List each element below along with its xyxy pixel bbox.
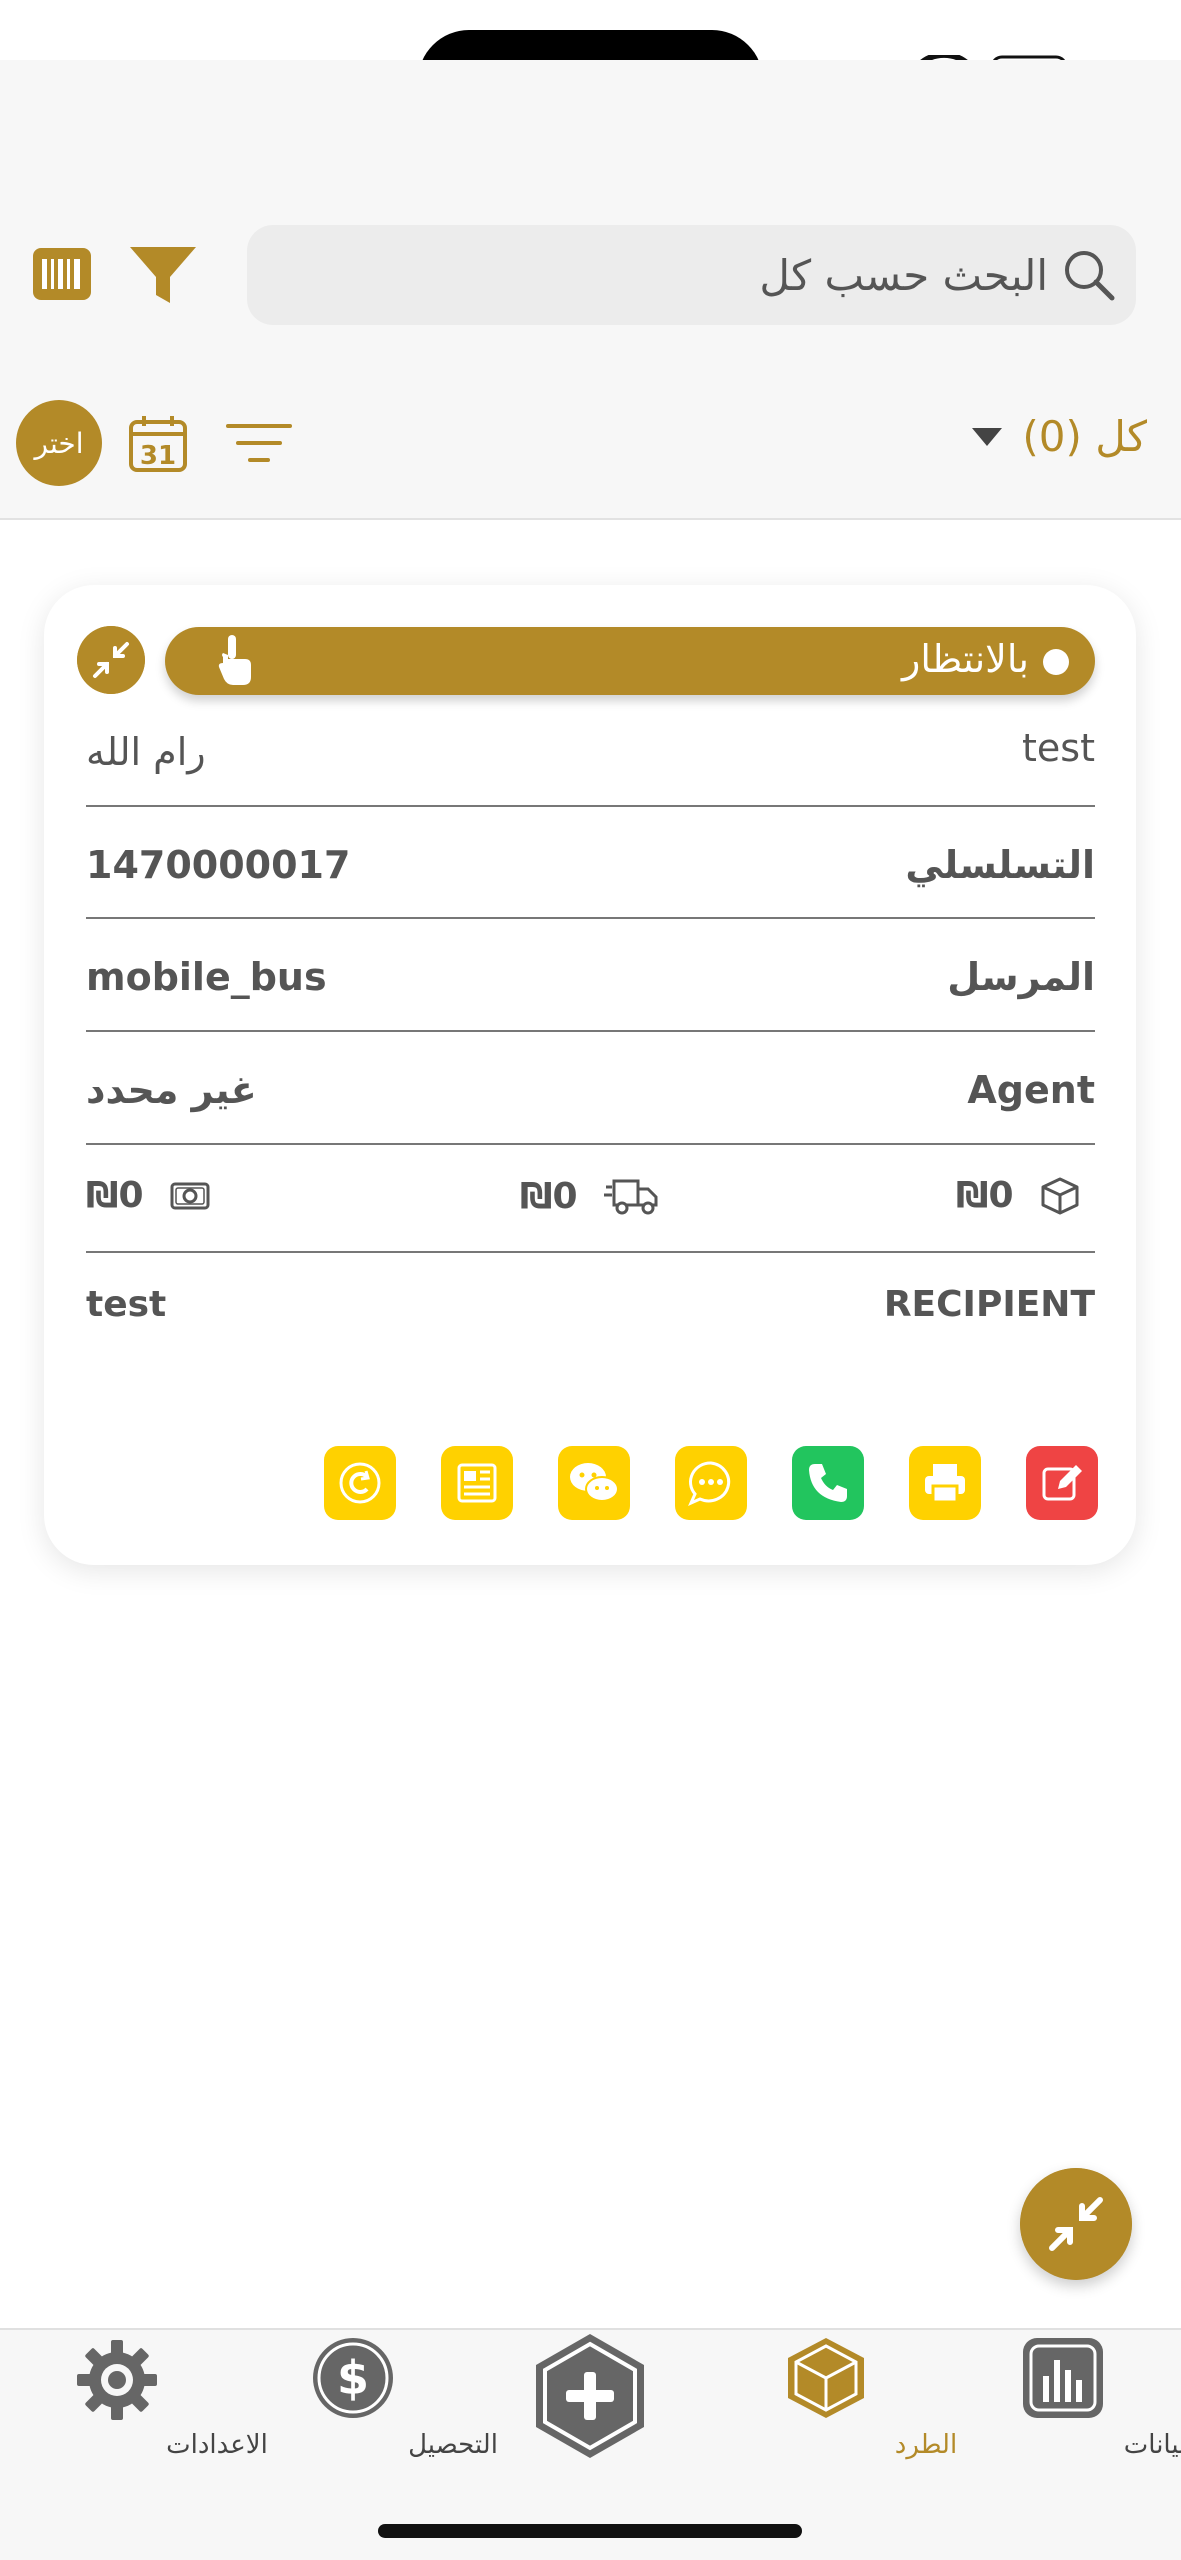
- delivery-value: ₪0: [520, 1175, 578, 1217]
- row-value: 1470000017: [86, 843, 351, 887]
- tab-label: الطرد: [894, 2430, 958, 2460]
- cash-value: ₪0: [86, 1175, 144, 1216]
- bar-chart-icon: [1023, 2338, 1103, 2418]
- card-row-recipient: test RECIPIENT: [86, 1270, 1095, 1350]
- row-label: التسلسلي: [905, 843, 1095, 887]
- box-icon: [1041, 1177, 1079, 1214]
- dollar-icon: $: [313, 2338, 393, 2418]
- package-icon: [788, 2338, 864, 2418]
- collapse-all-icon[interactable]: [1020, 2168, 1132, 2280]
- hand-pointer-icon: [218, 635, 251, 685]
- package-value: ₪0: [956, 1175, 1014, 1216]
- phone-icon: [809, 1464, 847, 1502]
- chat-bubble-icon: [688, 1461, 731, 1506]
- status-dot-icon: [1043, 649, 1069, 675]
- card-row-city: رام الله test: [86, 700, 1095, 807]
- cash-amount: ₪0: [86, 1175, 210, 1216]
- svg-text:$: $: [337, 2351, 369, 2405]
- sort-icon[interactable]: [226, 420, 292, 466]
- delivery-truck-icon: [603, 1179, 658, 1215]
- package-amount: ₪0: [956, 1175, 1080, 1216]
- barcode-icon[interactable]: [33, 248, 91, 300]
- edit-button[interactable]: [1026, 1446, 1098, 1520]
- row-label: المرسل: [947, 955, 1095, 999]
- card-row-sender: mobile_bus المرسل: [86, 919, 1095, 1032]
- wechat-button[interactable]: [558, 1446, 630, 1520]
- edit-icon: [1042, 1465, 1082, 1501]
- recipient-label: RECIPIENT: [883, 1284, 1095, 1325]
- add-hexagon-icon: [536, 2334, 644, 2458]
- chevron-down-icon: [972, 427, 1003, 446]
- card-row-serial: 1470000017 التسلسلي: [86, 807, 1095, 919]
- collapse-card-icon[interactable]: [77, 626, 145, 694]
- card-actions: [324, 1446, 1098, 1520]
- call-button[interactable]: [792, 1446, 864, 1520]
- search-icon: [1065, 251, 1115, 301]
- details-button[interactable]: [441, 1446, 513, 1520]
- tab-label: البيانات: [1123, 2430, 1181, 2460]
- row-value: غير محدد: [86, 1068, 257, 1112]
- status-text: بالانتظار: [902, 637, 1029, 681]
- row-value: رام الله: [86, 730, 206, 774]
- message-button[interactable]: [675, 1446, 747, 1520]
- refresh-icon: [339, 1462, 381, 1504]
- wechat-icon: [570, 1463, 619, 1502]
- calendar-icon[interactable]: 31: [128, 414, 188, 474]
- home-indicator: [378, 2524, 802, 2538]
- document-icon: [457, 1463, 497, 1503]
- select-button[interactable]: اختر: [16, 400, 102, 486]
- tab-label: التحصيل: [408, 2430, 498, 2460]
- row-label: Agent: [967, 1068, 1095, 1112]
- printer-icon: [925, 1464, 965, 1504]
- recipient-value: test: [86, 1284, 167, 1325]
- search-placeholder: البحث حسب كل: [759, 250, 1048, 300]
- tab-label: الاعدادات: [166, 2430, 268, 2460]
- svg-text:31: 31: [140, 441, 176, 471]
- delivery-amount: ₪0: [520, 1175, 660, 1217]
- count-label: (0) كل: [1022, 412, 1147, 461]
- gear-icon: [77, 2340, 157, 2420]
- card-row-agent: غير محدد Agent: [86, 1032, 1095, 1145]
- count-dropdown[interactable]: (0) كل: [970, 412, 1147, 461]
- cash-icon: [170, 1182, 210, 1209]
- print-button[interactable]: [909, 1446, 981, 1520]
- status-badge[interactable]: بالانتظار: [165, 627, 1095, 695]
- row-value: mobile_bus: [86, 955, 327, 999]
- search-input[interactable]: البحث حسب كل: [247, 225, 1136, 325]
- money-row: ₪0 ₪0 ₪0: [86, 1145, 1095, 1253]
- filter-icon[interactable]: [128, 245, 198, 307]
- row-label: test: [1022, 726, 1095, 770]
- refresh-button[interactable]: [324, 1446, 396, 1520]
